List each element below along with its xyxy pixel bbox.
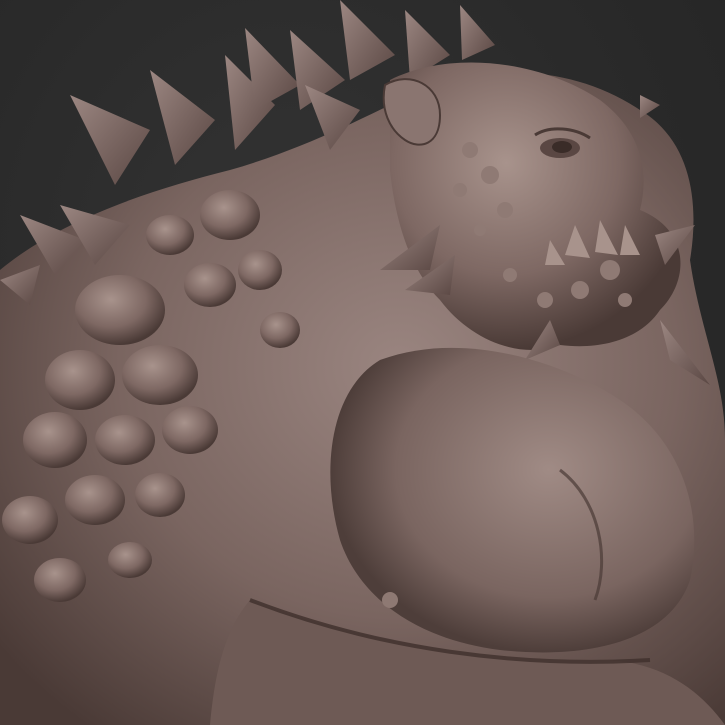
nipple <box>382 592 398 608</box>
sculpt-viewport[interactable] <box>0 0 725 725</box>
creature-sculpt-image <box>0 0 725 725</box>
